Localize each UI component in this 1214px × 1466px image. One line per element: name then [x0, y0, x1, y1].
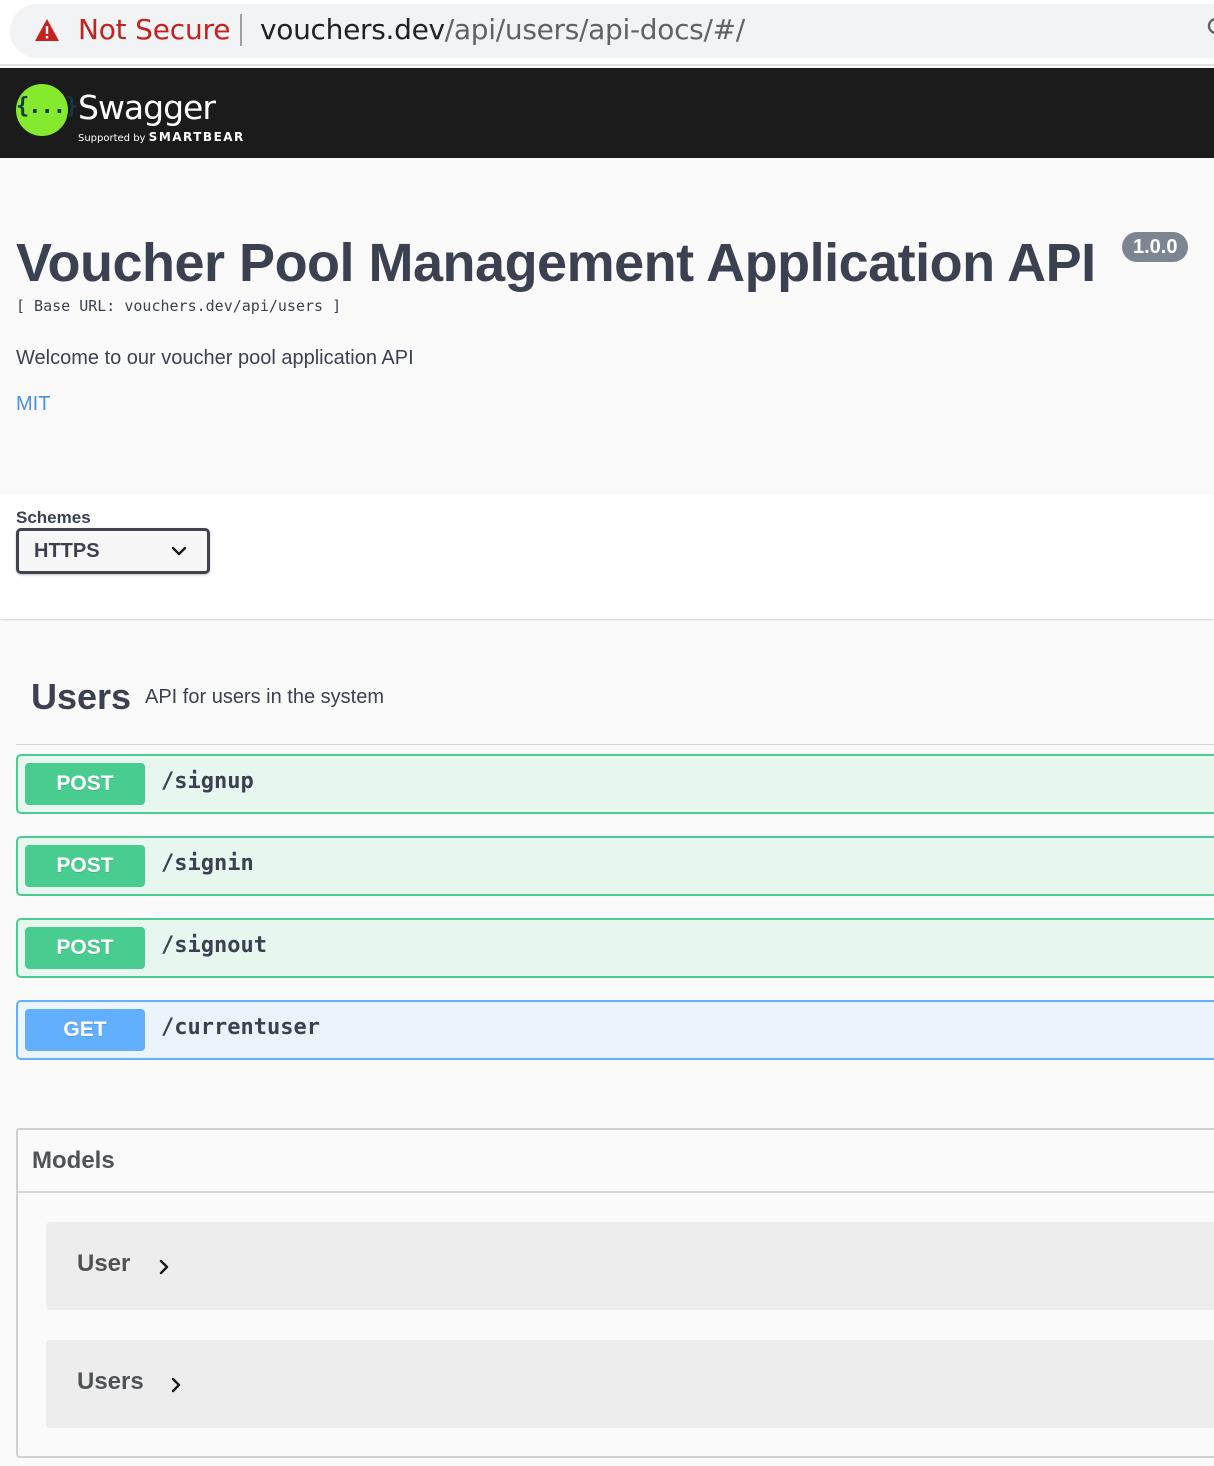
operation-path: /currentuser	[161, 1015, 320, 1040]
warning-triangle-icon[interactable]	[34, 17, 60, 43]
supported-by-label: Supported by	[78, 133, 146, 144]
models-section: Models User Users	[16, 1128, 1214, 1458]
operation-post-signout[interactable]: POST /signout	[16, 918, 1214, 978]
supported-by-line: Supported by SMARTBEAR	[78, 130, 245, 144]
method-badge: GET	[25, 1009, 145, 1051]
swagger-topbar: {...} Swagger Supported by SMARTBEAR	[0, 68, 1214, 158]
method-badge: POST	[25, 763, 145, 805]
models-title[interactable]: Models	[32, 1147, 115, 1175]
schemes-selected-value: HTTPS	[34, 540, 100, 562]
operation-path: /signup	[161, 769, 254, 794]
schemes-select[interactable]: HTTPS	[16, 528, 210, 574]
model-users[interactable]: Users	[46, 1340, 1214, 1428]
license-link[interactable]: MIT	[16, 393, 50, 416]
method-badge: POST	[25, 845, 145, 887]
api-title: Voucher Pool Management Application API	[16, 233, 1096, 293]
chevron-down-icon	[171, 546, 187, 556]
swagger-brand-name[interactable]: Swagger	[78, 88, 216, 127]
operation-path: /signout	[161, 933, 267, 958]
chevron-right-icon	[159, 1259, 169, 1275]
base-url: [ Base URL: vouchers.dev/api/users ]	[16, 297, 342, 315]
tag-divider	[16, 744, 1214, 745]
browser-address-bar: Not Secure vouchers.dev/api/users/api-do…	[0, 0, 1214, 66]
security-status-label[interactable]: Not Secure	[78, 13, 230, 46]
chevron-right-icon	[171, 1377, 181, 1393]
model-name: Users	[77, 1368, 144, 1395]
tag-description: API for users in the system	[145, 686, 384, 708]
swagger-logo-glyph: {...}	[16, 94, 78, 119]
operation-get-currentuser[interactable]: GET /currentuser	[16, 1000, 1214, 1060]
omnibox-divider	[240, 14, 242, 46]
operation-path: /signin	[161, 851, 254, 876]
models-divider	[18, 1191, 1214, 1193]
search-icon[interactable]	[1206, 16, 1214, 40]
model-name: User	[77, 1250, 131, 1277]
api-description: Welcome to our voucher pool application …	[16, 347, 414, 369]
url-text[interactable]: vouchers.dev/api/users/api-docs/#/	[260, 13, 745, 46]
schemes-label: Schemes	[16, 508, 91, 527]
method-badge: POST	[25, 927, 145, 969]
url-host: vouchers.dev	[260, 13, 445, 46]
sponsor-name: SMARTBEAR	[148, 130, 245, 144]
model-user[interactable]: User	[46, 1222, 1214, 1310]
schemes-container: Schemes HTTPS	[0, 494, 1214, 619]
url-path: /api/users/api-docs/#/	[444, 13, 745, 46]
tag-title[interactable]: Users	[31, 676, 131, 718]
version-badge: 1.0.0	[1122, 232, 1189, 262]
swagger-logo-icon[interactable]: {...}	[16, 84, 78, 136]
operation-post-signin[interactable]: POST /signin	[16, 836, 1214, 896]
operation-post-signup[interactable]: POST /signup	[16, 754, 1214, 814]
